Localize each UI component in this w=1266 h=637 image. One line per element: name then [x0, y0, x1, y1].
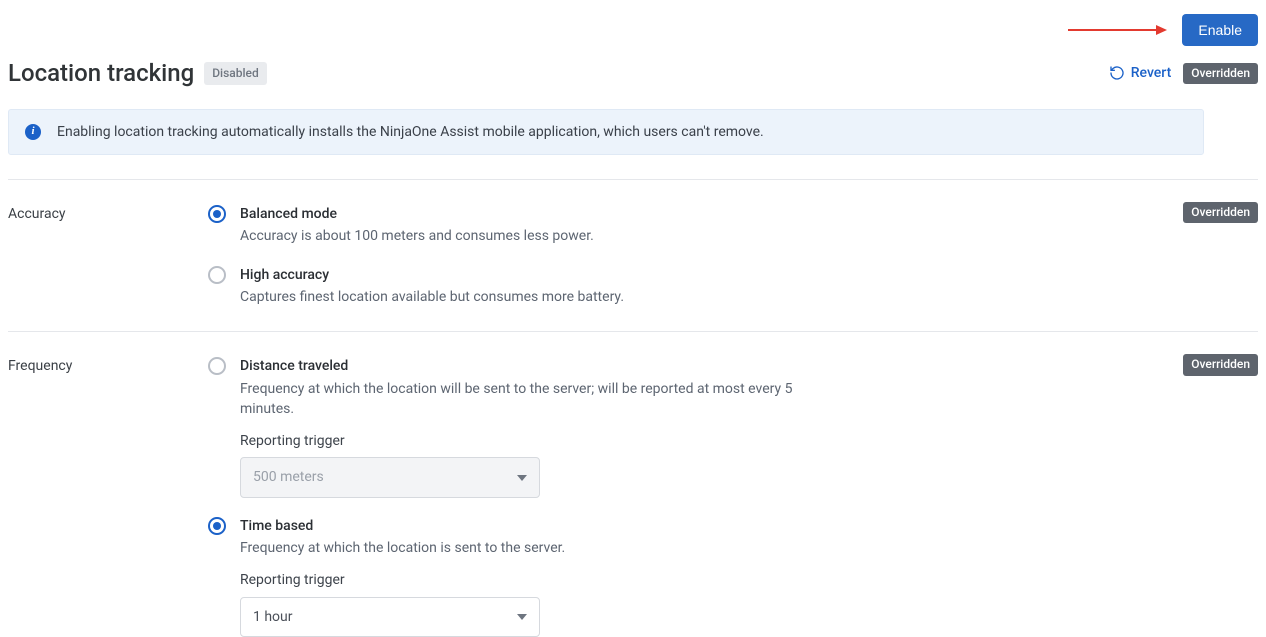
select-value: 500 meters: [253, 467, 324, 487]
reporting-trigger-label: Reporting trigger: [240, 570, 565, 590]
radio-time-based[interactable]: [208, 517, 226, 535]
reporting-trigger-label: Reporting trigger: [240, 431, 800, 451]
chevron-down-icon: [517, 614, 527, 620]
option-title: High accuracy: [240, 265, 624, 285]
revert-icon: [1109, 65, 1125, 81]
option-title: Time based: [240, 516, 565, 536]
option-time-based: Time based Frequency at which the locati…: [208, 516, 1178, 637]
option-balanced-mode: Balanced mode Accuracy is about 100 mete…: [208, 204, 1178, 247]
option-desc: Frequency at which the location will be …: [240, 379, 800, 420]
option-title: Balanced mode: [240, 204, 594, 224]
option-desc: Accuracy is about 100 meters and consume…: [240, 226, 594, 246]
info-icon: i: [25, 124, 41, 140]
option-desc: Frequency at which the location is sent …: [240, 538, 565, 558]
overridden-badge-header: Overridden: [1183, 63, 1258, 84]
radio-balanced-mode[interactable]: [208, 205, 226, 223]
section-frequency: Frequency Overridden Distance traveled F…: [8, 331, 1258, 637]
section-label-frequency: Frequency: [8, 356, 208, 637]
page-title: Location tracking: [8, 56, 194, 91]
enable-button[interactable]: Enable: [1182, 14, 1258, 46]
option-distance-traveled: Distance traveled Frequency at which the…: [208, 356, 1178, 497]
info-banner: i Enabling location tracking automatical…: [8, 109, 1204, 155]
top-actions-row: Enable: [8, 10, 1258, 50]
option-title: Distance traveled: [240, 356, 800, 376]
option-desc: Captures finest location available but c…: [240, 287, 624, 307]
section-accuracy: Accuracy Overridden Balanced mode Accura…: [8, 179, 1258, 307]
select-time-trigger[interactable]: 1 hour: [240, 597, 540, 637]
revert-label: Revert: [1131, 63, 1172, 83]
option-high-accuracy: High accuracy Captures finest location a…: [208, 265, 1178, 308]
status-badge-disabled: Disabled: [204, 62, 267, 85]
header-row: Location tracking Disabled Revert Overri…: [8, 50, 1258, 97]
info-banner-text: Enabling location tracking automatically…: [57, 122, 764, 142]
select-distance-trigger[interactable]: 500 meters: [240, 457, 540, 497]
overridden-badge-frequency: Overridden: [1183, 354, 1258, 375]
radio-distance-traveled[interactable]: [208, 357, 226, 375]
revert-button[interactable]: Revert: [1109, 63, 1172, 83]
overridden-badge-accuracy: Overridden: [1183, 202, 1258, 223]
annotation-arrow: [1068, 24, 1168, 36]
chevron-down-icon: [517, 475, 527, 481]
radio-high-accuracy[interactable]: [208, 266, 226, 284]
section-label-accuracy: Accuracy: [8, 204, 208, 307]
